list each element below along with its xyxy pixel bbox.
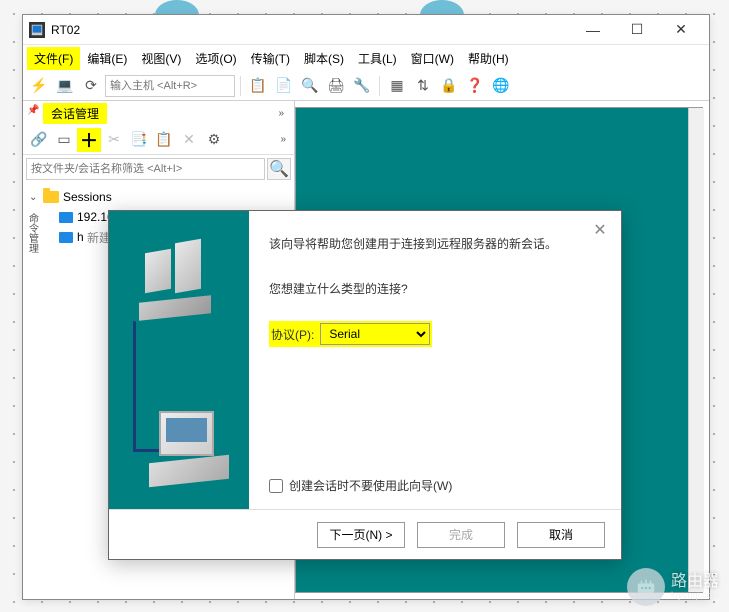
close-button[interactable]: ✕: [659, 16, 703, 44]
title-bar: RT02 — ☐ ✕: [23, 15, 709, 45]
side-strip-label[interactable]: 命令管理: [23, 213, 41, 253]
menu-options[interactable]: 选项(O): [188, 47, 243, 70]
menu-view[interactable]: 视图(V): [134, 47, 188, 70]
dialog-content: 该向导将帮助您创建用于连接到远程服务器的新会话。 您想建立什么类型的连接? 协议…: [249, 211, 621, 509]
find-icon[interactable]: 🔍: [298, 74, 322, 98]
watermark-sub: luyouqi.com: [671, 590, 719, 600]
session-toolbar: 🔗 ▭ ＋ ✂ 📑 📋 ✕ ⚙ »: [23, 125, 294, 155]
layout-icon[interactable]: ▦: [385, 74, 409, 98]
toolbar-divider: [240, 76, 241, 96]
host-icon: [59, 232, 73, 243]
new-session-wizard-dialog: ✕ 该向导将帮助您创建用于连接到远程服务器的新会话。 您想建立什么类型的连接? …: [108, 210, 622, 560]
link-icon[interactable]: 🔗: [27, 128, 51, 152]
menu-tools[interactable]: 工具(L): [351, 47, 404, 70]
delete-icon[interactable]: ✕: [177, 128, 201, 152]
host-icon: [59, 212, 73, 223]
menu-file[interactable]: 文件(F): [27, 47, 80, 70]
pin-icon[interactable]: 📌: [27, 105, 39, 116]
search-button[interactable]: 🔍: [267, 158, 291, 180]
open-icon[interactable]: ▭: [52, 128, 76, 152]
copy-icon[interactable]: 📋: [246, 74, 270, 98]
session-filter-input[interactable]: [26, 158, 265, 180]
chevron-down-icon[interactable]: ⌄: [29, 192, 43, 203]
scrollbar[interactable]: [688, 108, 704, 592]
watermark-text: 路由器: [671, 574, 719, 590]
protocol-row: 协议(P): Serial: [269, 321, 601, 347]
toolbar-divider-2: [379, 76, 380, 96]
next-button[interactable]: 下一页(N) >: [317, 522, 405, 548]
scroll-icon[interactable]: 🔒: [437, 74, 461, 98]
toolbar-expander-icon[interactable]: »: [276, 134, 290, 145]
connect-icon[interactable]: ⚡: [27, 74, 51, 98]
skip-wizard-row: 创建会话时不要使用此向导(W): [269, 477, 601, 494]
new-session-button[interactable]: ＋: [77, 128, 101, 152]
host-input[interactable]: [105, 75, 235, 97]
folder-icon: [43, 191, 59, 203]
paste-session-icon[interactable]: 📋: [152, 128, 176, 152]
session-manager-tab: 📌 会话管理 »: [23, 101, 294, 125]
menu-edit[interactable]: 编辑(E): [80, 47, 134, 70]
tree-root-label: Sessions: [63, 190, 112, 204]
window-title: RT02: [51, 23, 571, 37]
session-tab-label[interactable]: 会话管理: [43, 103, 107, 124]
skip-wizard-label: 创建会话时不要使用此向导(W): [289, 477, 452, 494]
minimize-button[interactable]: —: [571, 16, 615, 44]
app-icon: [29, 22, 45, 38]
main-toolbar: ⚡ 💻 ⟳ 📋 📄 🔍 🖨 🔧 ▦ ⇅ 🔒 ❓ 🌐: [23, 71, 709, 101]
menu-transfer[interactable]: 传输(T): [244, 47, 297, 70]
menu-window[interactable]: 窗口(W): [404, 47, 461, 70]
maximize-button[interactable]: ☐: [615, 16, 659, 44]
menu-help[interactable]: 帮助(H): [461, 47, 516, 70]
help-icon[interactable]: ❓: [463, 74, 487, 98]
protocol-select[interactable]: Serial: [320, 323, 430, 345]
dialog-body: 该向导将帮助您创建用于连接到远程服务器的新会话。 您想建立什么类型的连接? 协议…: [109, 211, 621, 509]
order-icon[interactable]: ⇅: [411, 74, 435, 98]
wizard-graphic: [109, 211, 249, 509]
wizard-question-text: 您想建立什么类型的连接?: [269, 280, 601, 297]
dialog-close-button[interactable]: ✕: [589, 219, 611, 241]
menu-bar: 文件(F) 编辑(E) 视图(V) 选项(O) 传输(T) 脚本(S) 工具(L…: [23, 45, 709, 71]
cancel-button[interactable]: 取消: [517, 522, 605, 548]
globe-icon[interactable]: 🌐: [489, 74, 513, 98]
skip-wizard-checkbox[interactable]: [269, 479, 283, 493]
print-icon[interactable]: 🖨: [324, 74, 348, 98]
protocol-label: 协议(P):: [271, 326, 314, 343]
finish-button[interactable]: 完成: [417, 522, 505, 548]
tree-item-label: h: [77, 230, 84, 244]
panel-expander-icon[interactable]: »: [274, 108, 288, 119]
wizard-intro-text: 该向导将帮助您创建用于连接到远程服务器的新会话。: [269, 235, 601, 252]
settings-icon[interactable]: ⚙: [202, 128, 226, 152]
filter-row: 🔍: [23, 155, 294, 183]
dialog-footer: 下一页(N) > 完成 取消: [109, 509, 621, 559]
watermark: 路由器 luyouqi.com: [627, 568, 719, 606]
watermark-icon: [627, 568, 665, 606]
tree-root[interactable]: ⌄ Sessions: [25, 187, 292, 207]
copy-session-icon[interactable]: 📑: [127, 128, 151, 152]
cut-icon[interactable]: ✂: [102, 128, 126, 152]
properties-icon[interactable]: 🔧: [350, 74, 374, 98]
reconnect-icon[interactable]: ⟳: [79, 74, 103, 98]
paste-icon[interactable]: 📄: [272, 74, 296, 98]
menu-script[interactable]: 脚本(S): [297, 47, 351, 70]
quick-connect-icon[interactable]: 💻: [53, 74, 77, 98]
